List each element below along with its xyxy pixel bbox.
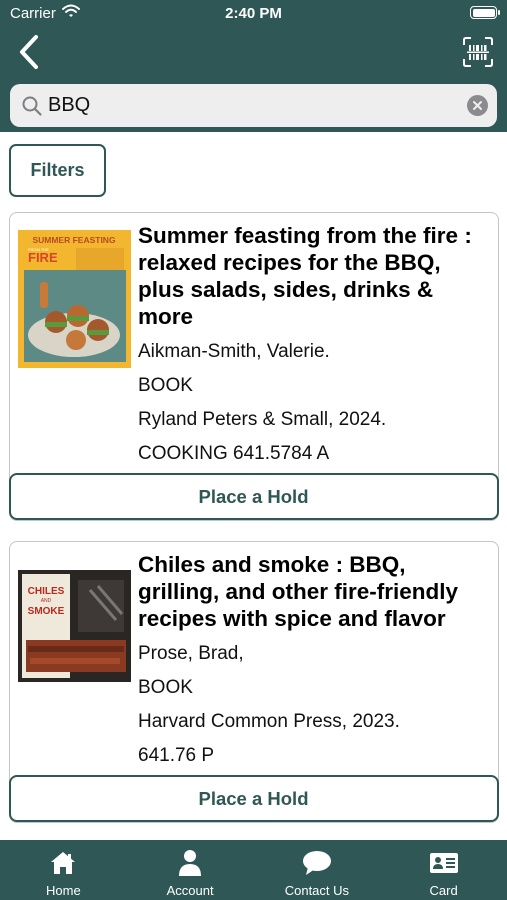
library-card-icon xyxy=(429,853,458,873)
results-list: SUMMER FEASTING FROM THE FIRE Summer fea… xyxy=(9,212,499,840)
result-card[interactable]: CHILES AND SMOKE Chiles and smoke : BBQ,… xyxy=(9,541,499,823)
clear-icon xyxy=(473,101,482,110)
tab-home[interactable]: Home xyxy=(0,840,127,900)
clear-search-button[interactable] xyxy=(467,95,488,116)
filters-button[interactable]: Filters xyxy=(9,144,106,197)
cover-title-big: SMOKE xyxy=(28,606,65,617)
cover-title-top: CHILES xyxy=(28,586,65,597)
tab-account-label: Account xyxy=(166,883,214,898)
cover-title-big: FIRE xyxy=(28,250,58,265)
result-call-number: 641.76 P xyxy=(138,745,215,766)
book-cover-image: CHILES AND SMOKE xyxy=(18,570,131,682)
place-hold-button[interactable]: Place a Hold xyxy=(9,473,499,520)
book-cover-image: SUMMER FEASTING FROM THE FIRE xyxy=(18,230,131,368)
result-author: Prose, Brad, xyxy=(138,643,244,664)
tab-bar: Home Account Contact Us Card xyxy=(0,840,507,900)
status-time: 2:40 PM xyxy=(225,5,282,22)
home-icon xyxy=(51,852,76,874)
chevron-left-icon xyxy=(20,35,38,69)
account-icon xyxy=(179,850,202,876)
result-author: Aikman-Smith, Valerie. xyxy=(138,341,330,362)
search-icon xyxy=(22,96,42,116)
result-publisher: Ryland Peters & Small, 2024. xyxy=(138,409,387,430)
barcode-scan-button[interactable] xyxy=(462,36,494,68)
tab-card-label: Card xyxy=(429,883,458,898)
tab-home-label: Home xyxy=(46,883,81,898)
result-title[interactable]: Chiles and smoke : BBQ, grilling, and ot… xyxy=(138,551,488,632)
battery-icon xyxy=(470,6,500,19)
tab-contact-us[interactable]: Contact Us xyxy=(254,840,381,900)
result-call-number: COOKING 641.5784 A xyxy=(138,443,330,464)
chat-icon xyxy=(302,851,331,875)
place-hold-button[interactable]: Place a Hold xyxy=(9,775,499,822)
result-card[interactable]: SUMMER FEASTING FROM THE FIRE Summer fea… xyxy=(9,212,499,521)
status-bar: Carrier 2:40 PM xyxy=(0,0,507,30)
back-button[interactable] xyxy=(14,34,46,70)
tab-account[interactable]: Account xyxy=(127,840,254,900)
tab-contact-us-label: Contact Us xyxy=(284,883,350,898)
result-title[interactable]: Summer feasting from the fire : relaxed … xyxy=(138,222,488,330)
result-format: BOOK xyxy=(138,677,193,698)
barcode-scan-icon xyxy=(463,37,493,67)
search-bar xyxy=(10,84,497,127)
search-input[interactable] xyxy=(48,90,458,121)
result-format: BOOK xyxy=(138,375,193,396)
result-publisher: Harvard Common Press, 2023. xyxy=(138,711,400,732)
cover-title-small: AND xyxy=(41,598,52,604)
top-bar: Carrier 2:40 PM xyxy=(0,0,507,132)
cover-title-top: SUMMER FEASTING xyxy=(32,235,116,245)
tab-card[interactable]: Card xyxy=(380,840,507,900)
